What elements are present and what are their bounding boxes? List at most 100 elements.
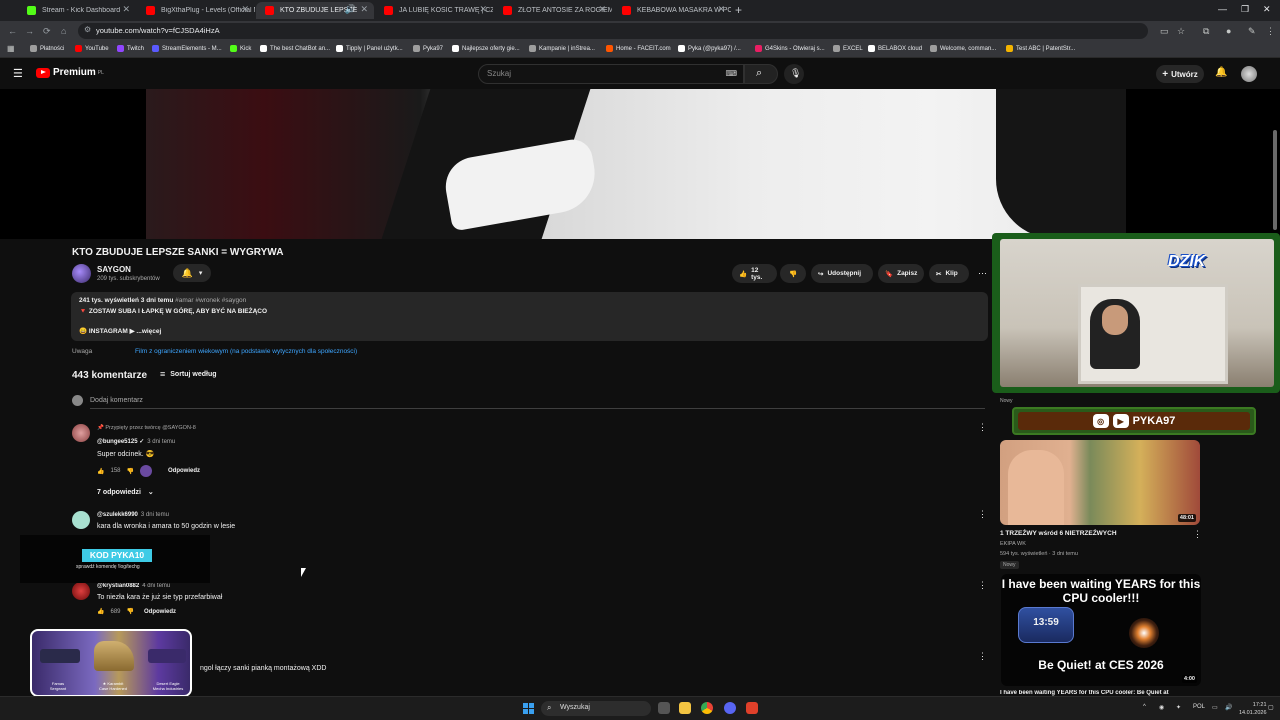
reply-button[interactable]: Odpowiedz xyxy=(144,609,176,615)
comment-menu-icon[interactable]: ⋮ xyxy=(978,509,987,520)
tab-kebabowa-masakra[interactable]: KEBABOWA MASAKRA W POZN ✕ xyxy=(613,2,731,19)
reload-icon[interactable]: ⟳ xyxy=(43,26,51,37)
clip-button[interactable]: ✂ Klip xyxy=(929,264,969,283)
file-explorer-icon[interactable] xyxy=(679,702,691,714)
tab-kosic-trawe[interactable]: JA LUBIĘ KOSIĆ TRAWĘ | CZAR ✕ xyxy=(375,2,493,19)
reply-button[interactable]: Odpowiedz xyxy=(168,468,200,474)
comment-menu-icon[interactable]: ⋮ xyxy=(978,651,987,662)
recommended-channel[interactable]: EKIPA WK xyxy=(1000,541,1026,547)
site-info-icon[interactable]: ⚙ xyxy=(84,25,91,34)
bookmark-g4skins[interactable]: G4Skins - Otwieraj s... xyxy=(755,45,825,52)
recommended-menu-icon[interactable]: ⋮ xyxy=(1193,529,1202,540)
description-box[interactable]: 241 tys. wyświetleń 3 dni temu #amar #wr… xyxy=(71,292,988,341)
apps-grid-icon[interactable]: ▦ xyxy=(7,44,15,53)
bookmark-star-icon[interactable]: ☆ xyxy=(1177,26,1185,37)
tray-app-icon[interactable]: ✦ xyxy=(1176,704,1181,711)
bookmark-x-pyka[interactable]: Pyka (@pyka97) /... xyxy=(678,45,741,52)
speaker-icon[interactable]: 🔊 xyxy=(345,4,356,15)
bookmark-kampanie[interactable]: Kampanie | inStrea... xyxy=(529,45,595,52)
comment-author[interactable]: @bungee5125 ✓ 3 dni temu xyxy=(97,438,175,445)
bookmark-test-abc[interactable]: Test ABC | PatentStr... xyxy=(1006,45,1075,52)
address-bar[interactable]: ⚙ youtube.com/watch?v=fCJSDA4iHzA xyxy=(78,23,1148,39)
show-more-link[interactable]: ...więcej xyxy=(136,328,161,335)
tray-expand-icon[interactable]: ^ xyxy=(1143,704,1146,710)
notifications-bell-icon[interactable]: 🔔 xyxy=(1215,67,1227,78)
channel-name[interactable]: SAYGON xyxy=(97,265,131,274)
bookmark-twitch[interactable]: Twitch xyxy=(117,45,144,52)
windows-start-icon[interactable] xyxy=(523,703,534,714)
bookmark-tipply[interactable]: Tipply | Panel użytk... xyxy=(336,45,403,52)
commenter-avatar[interactable] xyxy=(72,582,90,600)
add-comment-input[interactable]: Dodaj komentarz xyxy=(90,397,143,404)
notification-center-icon[interactable]: ▢ xyxy=(1268,704,1274,711)
view-replies-button[interactable]: 7 odpowiedzi ⌄ xyxy=(97,488,154,496)
recommended-video-thumbnail[interactable]: I have been waiting YEARS for this CPU c… xyxy=(1001,574,1201,686)
profile-icon[interactable]: ● xyxy=(1226,26,1231,36)
voice-search-button[interactable]: 🎙 xyxy=(784,64,804,84)
thumbs-down-icon[interactable]: 👎 xyxy=(127,608,134,615)
save-button[interactable]: 🔖 Zapisz xyxy=(878,264,924,283)
network-icon[interactable]: ▭ xyxy=(1212,704,1218,711)
page-scrollbar[interactable] xyxy=(1273,130,1277,230)
tab-levels-music[interactable]: BigXthaPlug - Levels (Official M ✕ xyxy=(137,2,255,19)
commenter-avatar[interactable] xyxy=(72,424,90,442)
more-actions-icon[interactable]: ⋯ xyxy=(978,268,987,279)
bookmark-excel[interactable]: EXCEL xyxy=(833,45,863,52)
tab-kto-zbuduje[interactable]: KTO ZBUDUJE LEPSZE SAN 🔊 ✕ xyxy=(256,2,374,19)
obs-app-icon[interactable] xyxy=(746,702,758,714)
cast-icon[interactable]: ▭ xyxy=(1160,26,1169,37)
taskbar-search[interactable]: ⌕ Wyszukaj xyxy=(541,701,651,716)
recommended-video-thumbnail[interactable]: 48:01 xyxy=(1000,440,1200,525)
discord-icon[interactable] xyxy=(724,702,736,714)
like-button[interactable]: 👍 12 tys. xyxy=(732,264,777,283)
bookmark-platnosci[interactable]: Płatności xyxy=(30,45,64,52)
comment-author[interactable]: @szulekk6990 3 dni temu xyxy=(97,512,169,518)
tab-zlote-antosie[interactable]: ZŁOTE ANTOSIE ZA ROGIEM!! ✕ xyxy=(494,2,612,19)
comment-menu-icon[interactable]: ⋮ xyxy=(978,580,987,591)
bookmark-welcome[interactable]: Welcome, comman... xyxy=(930,45,996,52)
thumbs-up-icon[interactable]: 👍 xyxy=(97,468,104,475)
create-button[interactable]: + Utwórz xyxy=(1156,65,1204,83)
hashtags[interactable]: #amar #wronek #saygon xyxy=(175,297,246,304)
tab-kick-dashboard[interactable]: Stream - Kick Dashboard ✕ xyxy=(18,2,136,19)
bookmark-faceit[interactable]: Home - FACEIT.com xyxy=(606,45,671,52)
bookmark-streamelements[interactable]: StreamElements - M... xyxy=(152,45,222,52)
search-button[interactable]: ⌕ xyxy=(744,64,778,84)
commenter-avatar[interactable] xyxy=(72,511,90,529)
bookmark-najlepsze-oferty[interactable]: Najlepsze oferty gie... xyxy=(452,45,520,52)
comment-author[interactable]: @krystian0882 4 dni temu xyxy=(97,583,170,589)
search-input[interactable]: Szukaj ⌨ xyxy=(478,64,744,84)
home-icon[interactable]: ⌂ xyxy=(61,26,66,36)
menu-dots-icon[interactable]: ⋮ xyxy=(1266,26,1275,37)
age-restriction-link[interactable]: Film z ograniczeniem wiekowym (na podsta… xyxy=(135,348,357,355)
keyboard-icon[interactable]: ⌨ xyxy=(725,69,737,78)
minimize-icon[interactable]: — xyxy=(1218,4,1227,14)
new-tab-button[interactable]: + xyxy=(735,3,742,17)
extensions-icon[interactable]: ⧉ xyxy=(1203,26,1209,37)
language-indicator[interactable]: POL xyxy=(1193,704,1205,710)
youtube-premium-logo[interactable]: Premium PL xyxy=(36,67,104,78)
hamburger-menu-icon[interactable]: ☰ xyxy=(13,67,23,80)
bookmark-pyka97[interactable]: Pyka97 xyxy=(413,45,443,52)
recommended-video-title[interactable]: 1 TRZEŹWY wśród 6 NIETRZEŹWYCH xyxy=(1000,530,1117,537)
close-tab-icon[interactable]: ✕ xyxy=(360,4,368,15)
close-tab-icon[interactable]: ✕ xyxy=(479,4,487,15)
bookmark-chatbot[interactable]: The best ChatBot an... xyxy=(260,45,330,52)
chrome-icon[interactable] xyxy=(701,702,713,714)
comment-menu-icon[interactable]: ⋮ xyxy=(978,422,987,433)
back-icon[interactable]: ← xyxy=(8,26,17,36)
avatar[interactable] xyxy=(1241,66,1257,82)
thumbs-up-icon[interactable]: 👍 xyxy=(97,608,104,615)
volume-icon[interactable]: 🔊 xyxy=(1225,704,1232,711)
extension-puzzle-icon[interactable]: ✎ xyxy=(1248,26,1256,37)
maximize-icon[interactable]: ❐ xyxy=(1241,4,1249,15)
close-tab-icon[interactable]: ✕ xyxy=(598,4,606,15)
forward-icon[interactable]: → xyxy=(25,26,34,36)
close-window-icon[interactable]: ✕ xyxy=(1263,4,1271,15)
subscription-bell-button[interactable]: 🔔 ▾ xyxy=(173,264,211,282)
sort-comments-button[interactable]: ≡ Sortuj według xyxy=(160,369,217,379)
close-tab-icon[interactable]: ✕ xyxy=(122,4,130,15)
system-clock[interactable]: 17:21 14.01.2026 xyxy=(1239,701,1267,717)
close-tab-icon[interactable]: ✕ xyxy=(717,4,725,15)
bookmark-youtube[interactable]: YouTube xyxy=(75,45,109,52)
